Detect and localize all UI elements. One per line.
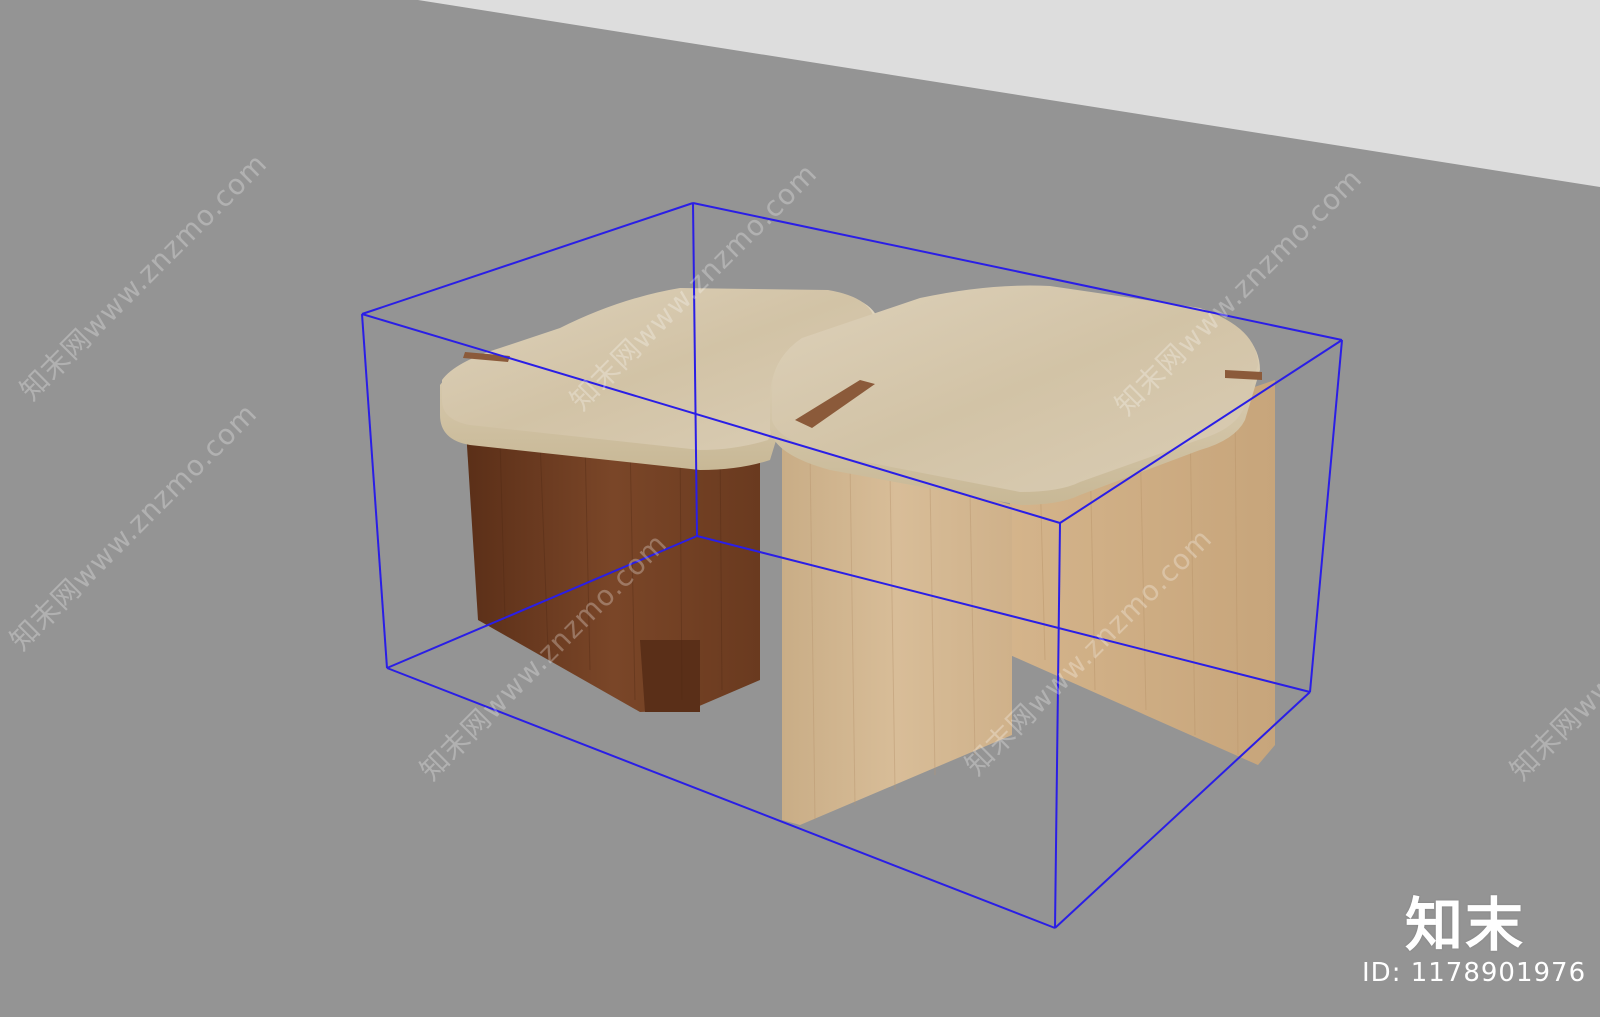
viewport[interactable]: 知末网www.znzmo.com 知末网www.znzmo.com 知末网www… — [0, 0, 1600, 1017]
asset-id-label: ID: 1178901976 — [1362, 958, 1587, 988]
background-wall — [418, 0, 1600, 187]
3d-scene-render[interactable] — [0, 0, 1600, 1017]
brand-logo: 知末 — [1405, 891, 1526, 959]
